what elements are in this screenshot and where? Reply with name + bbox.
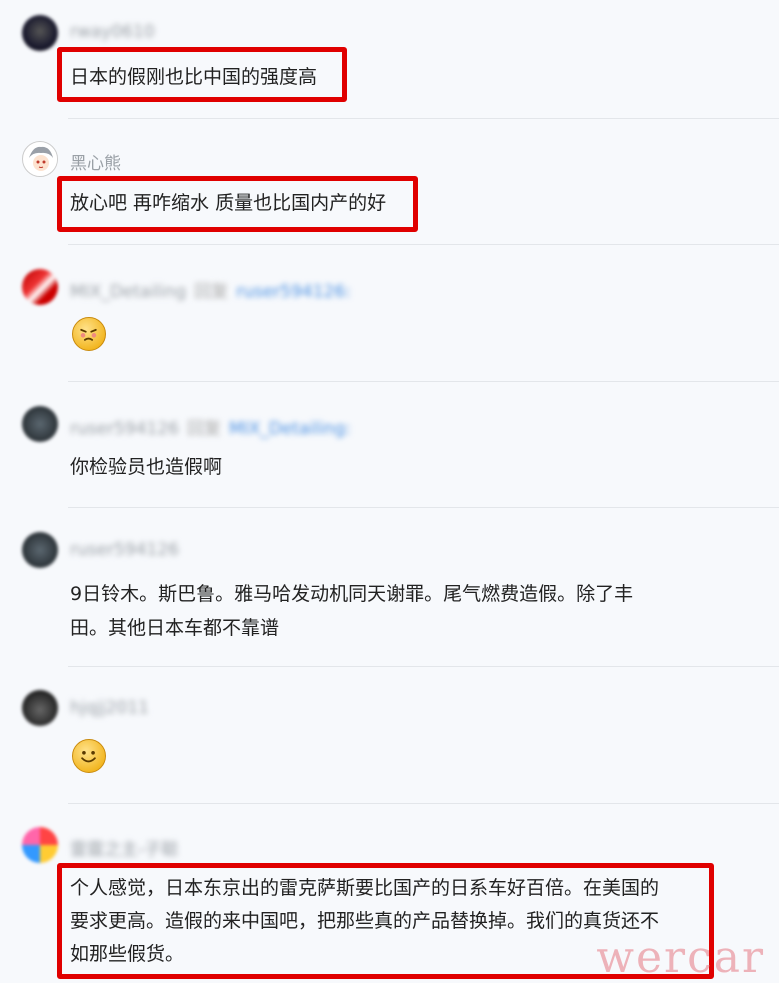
username[interactable]: 黑心熊	[70, 149, 121, 174]
divider	[68, 118, 779, 119]
avatar[interactable]	[22, 269, 58, 305]
anime-avatar-icon	[24, 143, 57, 176]
username[interactable]: 雷霆之主-子聪	[70, 835, 178, 860]
username[interactable]: hjqjj2011	[70, 698, 149, 718]
username[interactable]: ruser594126	[70, 540, 179, 560]
angry-face-emoji	[72, 317, 106, 351]
avatar[interactable]	[22, 532, 58, 568]
highlight-box	[57, 176, 418, 232]
reply-label: 回复	[186, 419, 221, 439]
divider	[68, 244, 779, 245]
username[interactable]: rway0610	[70, 22, 155, 42]
smile-face-emoji	[72, 739, 106, 773]
avatar[interactable]	[22, 690, 58, 726]
highlight-box	[57, 47, 347, 102]
avatar[interactable]	[22, 406, 58, 442]
watermark: wercar	[596, 932, 765, 983]
username[interactable]: MIX_Detailing	[70, 282, 186, 302]
divider	[68, 381, 779, 382]
avatar[interactable]	[22, 141, 58, 177]
avatar[interactable]	[22, 827, 58, 863]
username[interactable]: ruser594126	[70, 419, 179, 439]
divider	[68, 803, 779, 804]
reply-target-link[interactable]: ruser594126:	[236, 282, 351, 302]
comment-text: 你检验员也造假啊	[70, 456, 223, 478]
username-line: MIX_Detailing 回复 ruser594126:	[70, 277, 351, 302]
divider	[68, 666, 779, 667]
reply-target-link[interactable]: MIX_Detailing:	[229, 419, 351, 439]
reply-label: 回复	[194, 282, 229, 302]
divider	[68, 507, 779, 508]
comment-text-line: 田。其他日本车都不靠谱	[70, 617, 280, 639]
avatar[interactable]	[22, 15, 58, 51]
username-line: ruser594126 回复 MIX_Detailing:	[70, 414, 351, 439]
comment-text-line: 9日铃木。斯巴鲁。雅马哈发动机同天谢罪。尾气燃费造假。除了丰	[70, 583, 634, 605]
